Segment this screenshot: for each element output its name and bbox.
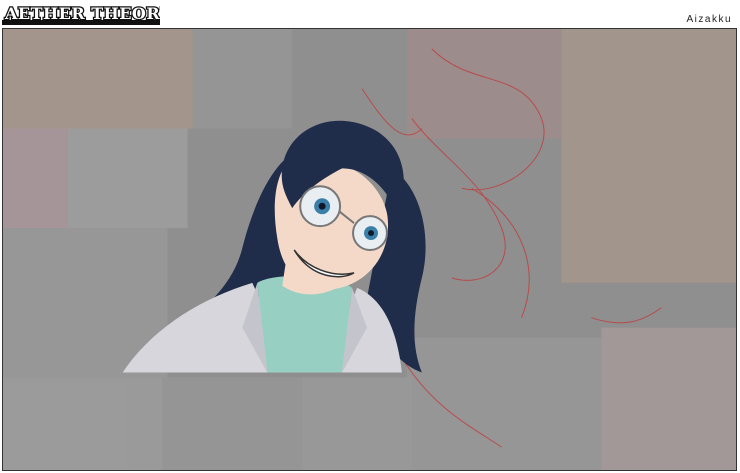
logo: AETHER THEOREM — [2, 3, 160, 25]
pupil-right — [368, 230, 374, 237]
artwork — [3, 29, 736, 470]
artwork-canvas — [2, 28, 737, 471]
header-bar: AETHER THEOREM Aizakku — [0, 0, 740, 28]
logo-text: AETHER THEOREM — [4, 4, 160, 23]
author-credit: Aizakku — [686, 14, 732, 25]
pupil-left — [318, 202, 326, 210]
